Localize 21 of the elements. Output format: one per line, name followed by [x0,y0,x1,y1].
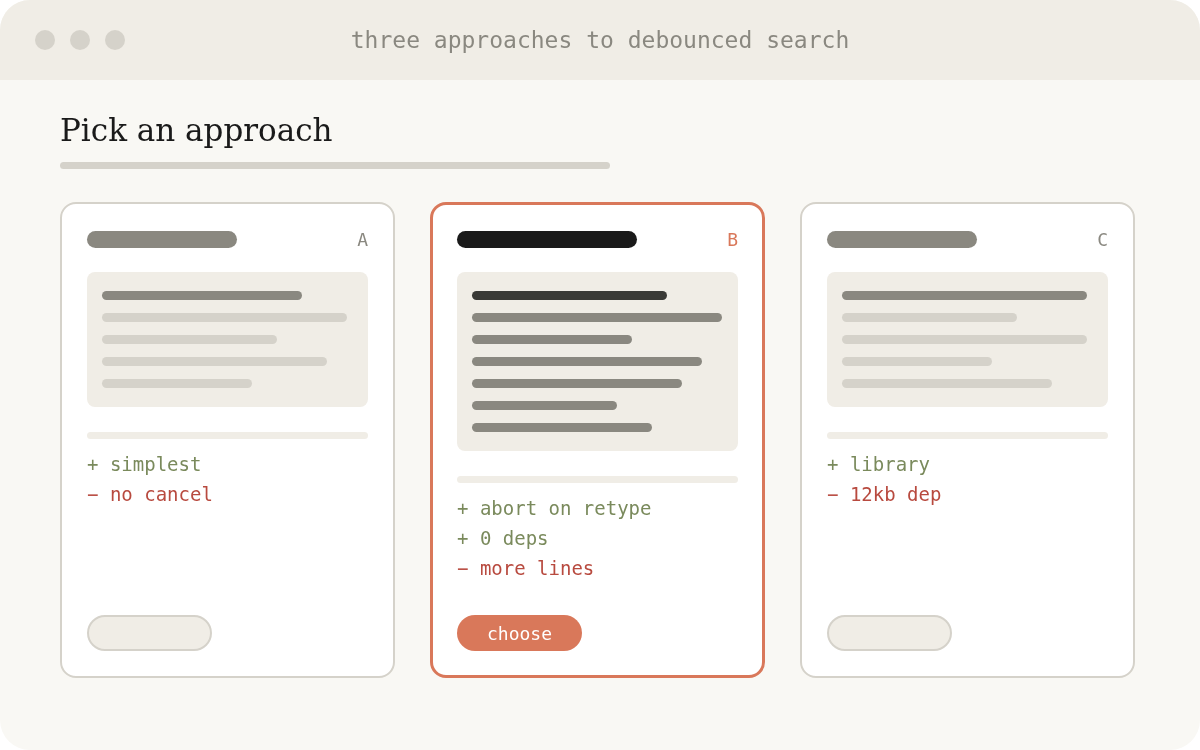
approach-card[interactable]: C + library − 12kb dep [800,202,1135,678]
pro-text: + 0 deps [457,527,549,549]
con-text: − no cancel [87,483,213,505]
pro-text: + abort on retype [457,497,652,519]
window-dot-icon[interactable] [70,30,90,50]
window-dot-icon[interactable] [35,30,55,50]
pro-text: + simplest [87,453,202,475]
blank-button[interactable] [827,615,952,651]
card-letter: C [1097,229,1108,250]
con-text: − 12kb dep [827,483,942,505]
card-letter: B [727,229,738,250]
approach-card[interactable]: A + simplest − no cancel [60,202,395,678]
choose-button[interactable]: choose [457,615,582,651]
card-letter: A [357,229,368,250]
con-text: − more lines [457,557,595,579]
page-heading: Pick an approach [60,112,333,148]
pro-text: + library [827,453,930,475]
approach-card[interactable]: B + abort on retype + 0 deps − more lines choose [430,202,765,678]
window-title: three approaches to debounced search [350,27,850,53]
window-dot-icon[interactable] [105,30,125,50]
blank-button[interactable] [87,615,212,651]
